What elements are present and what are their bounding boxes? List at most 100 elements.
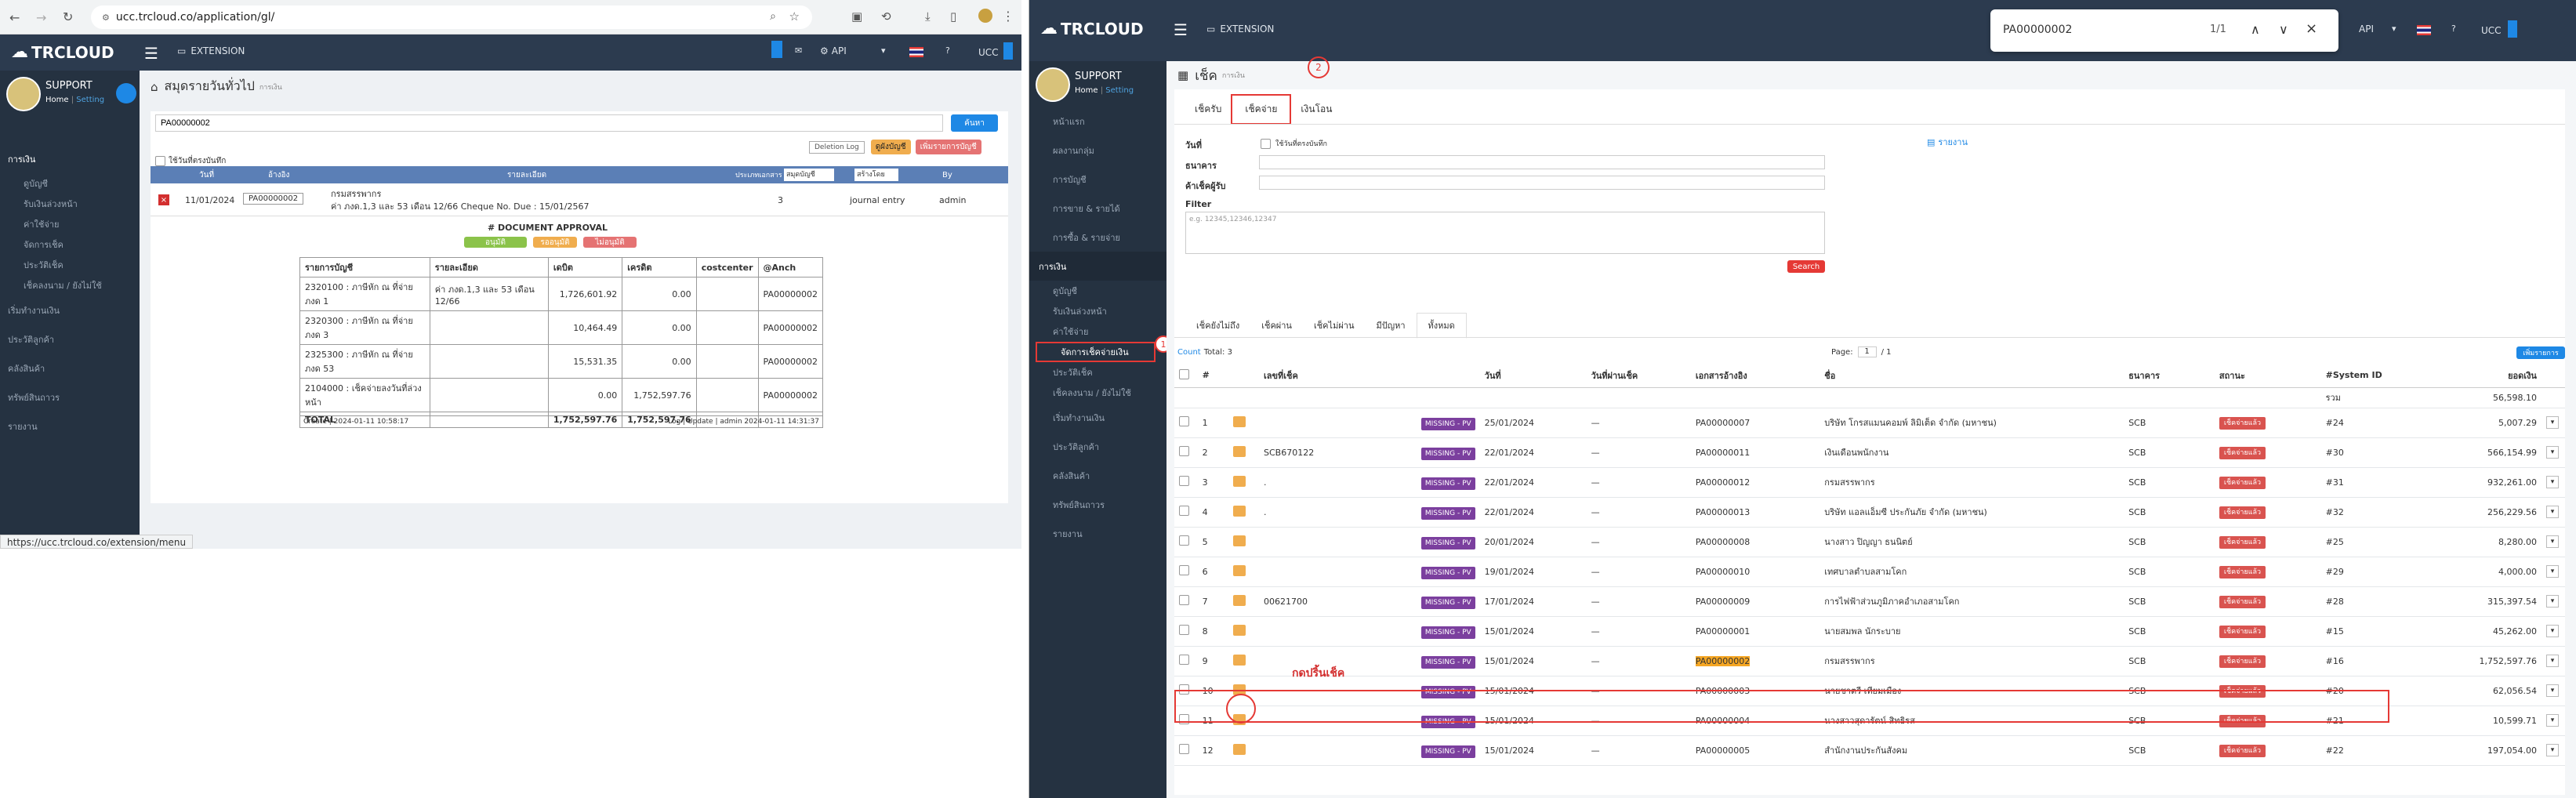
sidebar-item-customer-history[interactable]: ประวัติลูกค้า (1029, 432, 1166, 461)
table-header-cell[interactable]: วันที่ผ่านเช็ค (1586, 364, 1691, 388)
print-cell[interactable] (1228, 557, 1260, 587)
site-info-icon[interactable]: ⚙ (102, 13, 110, 23)
row-checkbox[interactable] (1179, 684, 1189, 695)
action-cell[interactable]: ▾ (2541, 467, 2565, 498)
count-label[interactable]: Count (1177, 348, 1201, 357)
print-cell[interactable] (1228, 586, 1260, 617)
row-checkbox[interactable] (1179, 595, 1189, 605)
deletion-log-button[interactable]: Deletion Log (809, 140, 865, 154)
print-cheque-icon[interactable] (1232, 415, 1246, 427)
sidebar-item-group[interactable]: ผลงานกลุ่ม (1029, 136, 1166, 165)
select-all-checkbox[interactable] (1179, 368, 1189, 379)
col-ref[interactable]: อ้างอิง (268, 169, 289, 181)
sidebar-item-purchase[interactable]: การซื้อ & รายจ่าย (1029, 223, 1166, 252)
table-header-cell[interactable] (1321, 364, 1480, 388)
table-row[interactable]: 4. MISSING - PV 22/01/2024— PA00000013 บริษั… (1174, 497, 2565, 528)
print-cell[interactable] (1228, 408, 1260, 438)
doc-ref[interactable]: PA00000012 (1690, 467, 1820, 498)
thai-flag-icon[interactable] (909, 47, 923, 57)
doc-ref[interactable]: PA00000013 (1690, 497, 1820, 528)
row-checkbox[interactable] (1179, 625, 1189, 635)
approve-button[interactable]: อนุมัติ (464, 237, 527, 248)
row-checkbox[interactable] (1179, 476, 1189, 486)
print-cheque-icon[interactable] (1232, 535, 1246, 546)
filter-textarea[interactable]: e.g. 12345,12346,12347 (1185, 212, 1825, 254)
sidebar-item-cheque-signed[interactable]: เช็คลงนาม / ยังไม่ใช้ (0, 275, 140, 296)
print-cell[interactable] (1228, 437, 1260, 468)
report-link[interactable]: ▤ รายงาน (1927, 135, 1968, 149)
row-menu-caret-icon[interactable]: ▾ (2545, 565, 2559, 578)
company-icon[interactable] (2508, 20, 2517, 38)
print-cheque-icon[interactable] (1232, 594, 1246, 606)
action-cell[interactable]: ▾ (2541, 646, 2565, 676)
print-cheque-icon[interactable] (1232, 684, 1246, 695)
sidebar-item-cheque-manage[interactable]: จัดการเช็คจ่ายเงิน (1036, 342, 1156, 362)
table-header-cell[interactable]: #System ID (2320, 364, 2405, 388)
table-header-cell[interactable] (1228, 364, 1260, 388)
checkbox-cell[interactable] (1174, 676, 1198, 706)
table-header-cell[interactable]: เลขที่เช็ค (1259, 364, 1322, 388)
doc-ref-highlight[interactable]: PA00000002 (1695, 655, 1751, 666)
hamburger-icon[interactable]: ☰ (144, 44, 158, 63)
sidebar-item-expense[interactable]: ค่าใช้จ่าย (1029, 321, 1166, 342)
nav-api[interactable]: ⚙ API (820, 45, 847, 56)
add-entry-button[interactable]: เพิ่มรายการบัญชี (915, 140, 981, 154)
sidebar-item-reports[interactable]: รายงาน (0, 412, 140, 441)
print-cheque-icon[interactable] (1232, 624, 1246, 636)
tab-problem[interactable]: มีปัญหา (1365, 318, 1416, 332)
sidebar-item-cheque-history[interactable]: ประวัติเช็ค (0, 255, 140, 275)
zoom-icon[interactable]: ⌕ (770, 10, 776, 23)
gl-entry-row[interactable]: × 11/01/2024 PA00000002 กรมสรรพากร ค่า ภ… (151, 183, 1008, 216)
nav-extension[interactable]: ▭ EXTENSION (1206, 24, 1274, 34)
find-input[interactable]: PA00000002 (2003, 24, 2072, 36)
print-cheque-icon[interactable] (1232, 505, 1246, 517)
table-header-cell[interactable]: ชื่อ (1820, 364, 2124, 388)
checkbox-cell[interactable] (1174, 557, 1198, 587)
reject-button[interactable]: ไม่อนุมัติ (583, 237, 637, 248)
doc-ref[interactable]: PA00000007 (1690, 408, 1820, 438)
table-row[interactable]: 1 MISSING - PV 25/01/2024— PA00000007 บริษัท… (1174, 408, 2565, 438)
table-header-cell[interactable]: ธนาคาร (2124, 364, 2215, 388)
sidebar-item-finance[interactable]: การเงิน (0, 144, 140, 173)
caret-down-icon[interactable]: ▾ (881, 45, 886, 56)
table-row[interactable]: 3. MISSING - PV 22/01/2024— PA00000012 กรมสร… (1174, 467, 2565, 498)
user-setting-link[interactable]: Setting (1105, 86, 1134, 95)
print-cell[interactable] (1228, 735, 1260, 766)
chart-of-accounts-button[interactable]: ดูผังบัญชี (870, 140, 911, 154)
table-header-cell[interactable]: # (1197, 364, 1228, 388)
find-close-icon[interactable]: × (2306, 20, 2317, 37)
action-cell[interactable]: ▾ (2541, 676, 2565, 706)
sidebar-item-reports[interactable]: รายงาน (1029, 519, 1166, 548)
row-menu-caret-icon[interactable]: ▾ (2545, 535, 2559, 548)
row-menu-caret-icon[interactable]: ▾ (2545, 506, 2559, 518)
sidebar-item-accounts[interactable]: ดูบัญชี (0, 173, 140, 194)
action-cell[interactable]: ▾ (2541, 557, 2565, 587)
created-by-select[interactable]: สร้างโดย (854, 169, 898, 181)
tab-cheque-received[interactable]: เช็ครับ (1185, 102, 1231, 117)
doc-ref[interactable]: PA00000010 (1690, 557, 1820, 587)
checkbox-cell[interactable] (1174, 467, 1198, 498)
action-cell[interactable]: ▾ (2541, 408, 2565, 438)
sidebar-item-customer-history[interactable]: ประวัติลูกค้า (0, 325, 140, 354)
tab-not-due[interactable]: เช็คยังไม่ถึง (1185, 318, 1250, 332)
print-cell[interactable] (1228, 497, 1260, 528)
doc-ref[interactable]: PA00000003 (1690, 676, 1820, 706)
sidebar-item-warehouse[interactable]: คลังสินค้า (0, 354, 140, 383)
bank-input[interactable] (1259, 155, 1825, 169)
row-checkbox[interactable] (1179, 506, 1189, 516)
sidebar-item-assets[interactable]: ทรัพย์สินถาวร (1029, 490, 1166, 519)
doc-ref[interactable]: PA00000011 (1690, 437, 1820, 468)
page-input[interactable]: 1 (1857, 346, 1877, 357)
row-checkbox[interactable] (1179, 446, 1189, 456)
row-menu-caret-icon[interactable]: ▾ (2545, 684, 2559, 697)
add-button[interactable]: เพิ่มรายการ (2516, 346, 2565, 359)
payee-input[interactable] (1259, 176, 1825, 190)
row-menu-caret-icon[interactable]: ▾ (2545, 625, 2559, 637)
pending-button[interactable]: รออนุมัติ (533, 237, 577, 248)
reload-icon[interactable]: ↻ (63, 9, 73, 24)
search-button[interactable]: ค้นหา (951, 114, 998, 132)
sidebar-item-cheque-history[interactable]: ประวัติเช็ค (1029, 362, 1166, 383)
brand-logo[interactable]: ☁ TRCLOUD (11, 42, 114, 62)
sidebar-item-start-money[interactable]: เริ่มทำงานเงิน (0, 296, 140, 325)
forward-icon[interactable]: → (36, 10, 46, 25)
